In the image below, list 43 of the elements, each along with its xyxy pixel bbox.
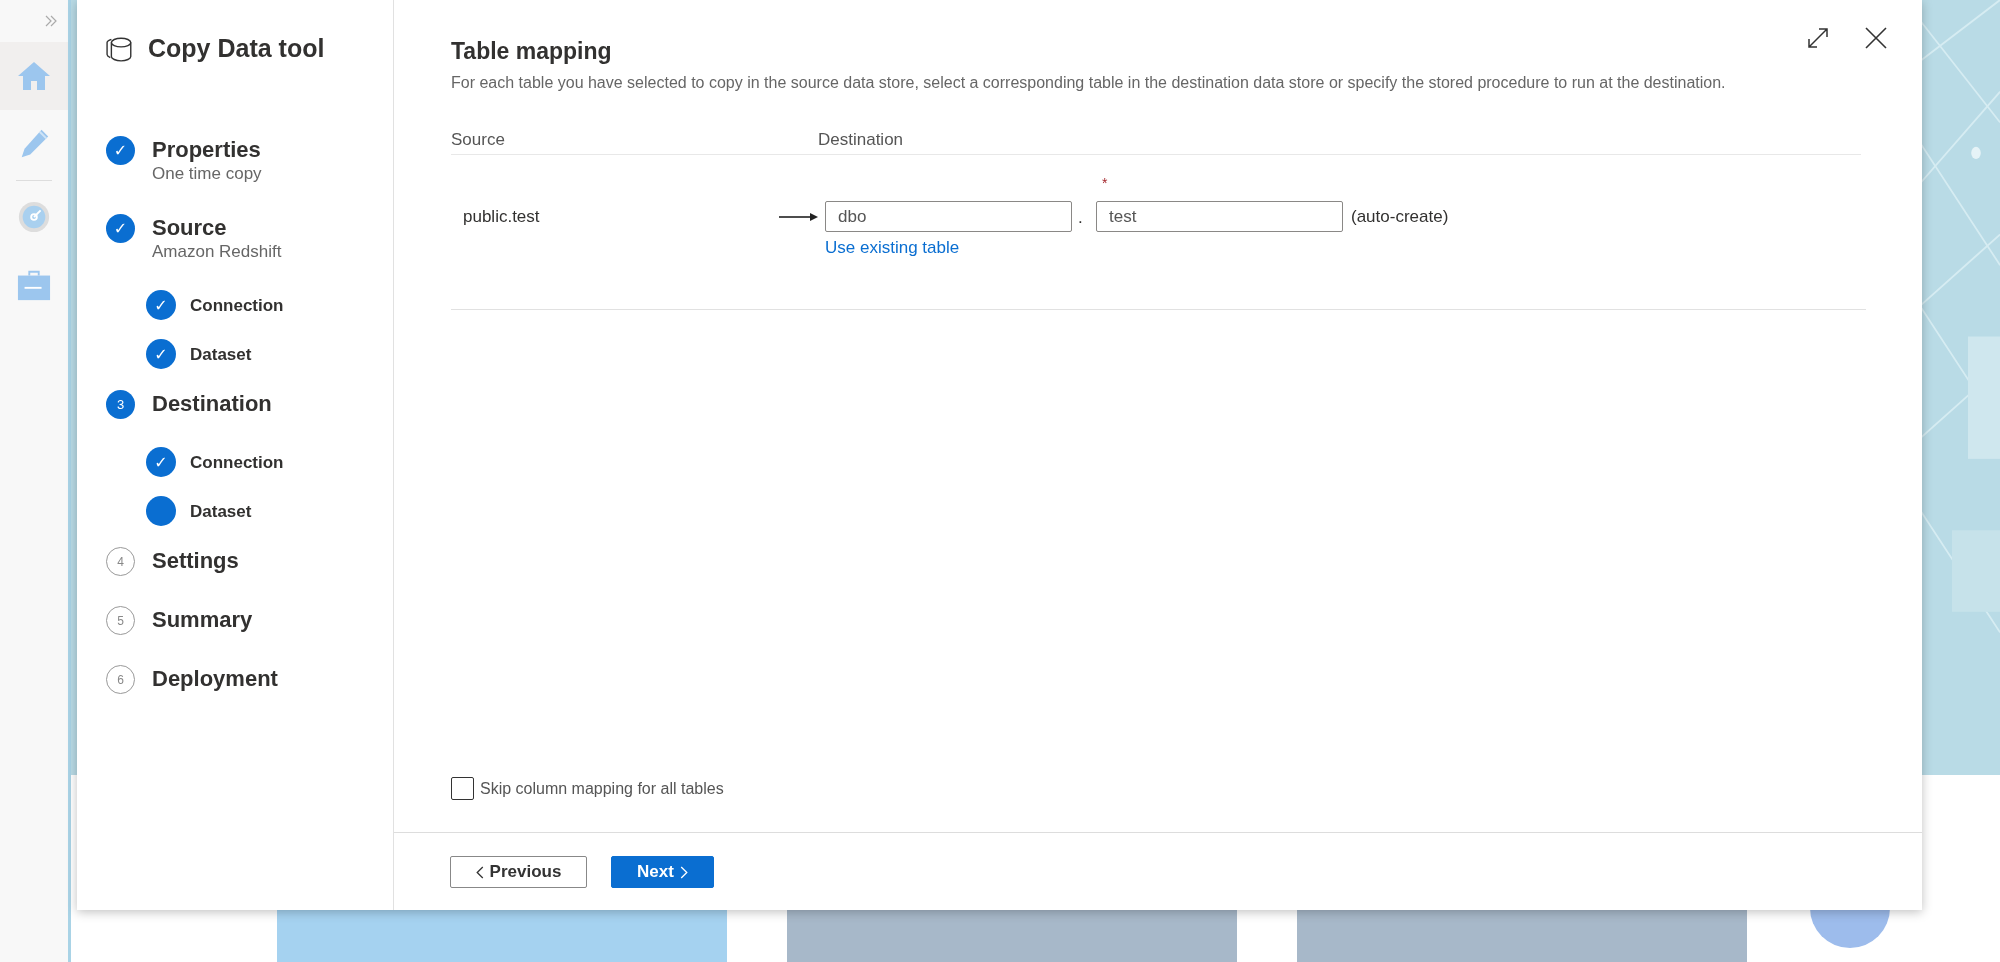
home-icon[interactable] bbox=[16, 59, 52, 93]
gauge-icon[interactable] bbox=[16, 200, 52, 234]
page-description: For each table you have selected to copy in the source data store, select a corresponding table in the destination data store or specify the stored procedure to run at the destination. bbox=[451, 73, 1727, 93]
step-label[interactable]: Summary bbox=[152, 607, 253, 633]
substep-label[interactable]: Dataset bbox=[190, 344, 252, 365]
checkbox[interactable] bbox=[451, 777, 474, 800]
column-header: Source bbox=[451, 130, 506, 150]
chevron-icon bbox=[475, 865, 484, 879]
step-label[interactable]: Source bbox=[152, 215, 282, 241]
step-number: 3 bbox=[106, 390, 135, 419]
check-icon: ✓ bbox=[146, 447, 176, 477]
step-label[interactable]: Deployment bbox=[152, 666, 278, 692]
previous-button[interactable]: Previous bbox=[450, 856, 587, 888]
step-subtitle: Amazon Redshift bbox=[152, 242, 282, 262]
check-icon: ✓ bbox=[146, 290, 176, 320]
column-header: Destination bbox=[818, 130, 904, 150]
expand-icon[interactable] bbox=[44, 15, 58, 27]
step-label[interactable]: Properties bbox=[152, 137, 262, 163]
toolbox-icon[interactable] bbox=[16, 268, 52, 302]
checkbox-label: Skip column mapping for all tables bbox=[480, 779, 724, 798]
substep-label[interactable]: Dataset bbox=[190, 501, 252, 522]
table-cell-text: public.test bbox=[462, 206, 541, 228]
separator: . bbox=[1078, 208, 1084, 228]
chevron-icon bbox=[679, 865, 688, 879]
check-icon: ✓ bbox=[146, 339, 176, 369]
input-field[interactable]: dbo bbox=[825, 201, 1072, 232]
auto-create-note: (auto-create) bbox=[1351, 207, 1449, 227]
check-icon: ✓ bbox=[106, 214, 135, 243]
substep-label[interactable]: Connection bbox=[190, 295, 284, 316]
page-title: Table mapping bbox=[451, 38, 612, 65]
substep-label[interactable]: Connection bbox=[190, 452, 284, 473]
maximize-icon[interactable] bbox=[1806, 26, 1830, 50]
check-icon: ✓ bbox=[106, 136, 135, 165]
input-field[interactable]: test bbox=[1096, 201, 1343, 232]
wizard-title: Copy Data tool bbox=[148, 34, 325, 63]
required-mark: * bbox=[1102, 175, 1108, 191]
use-existing-link[interactable]: Use existing table bbox=[825, 238, 960, 258]
step-label[interactable]: Destination bbox=[152, 391, 272, 417]
next-button[interactable]: Next bbox=[611, 856, 714, 888]
close-icon[interactable] bbox=[1864, 26, 1888, 50]
step-subtitle: One time copy bbox=[152, 164, 262, 184]
arrow-icon bbox=[779, 212, 819, 222]
step-label[interactable]: Settings bbox=[152, 548, 239, 574]
